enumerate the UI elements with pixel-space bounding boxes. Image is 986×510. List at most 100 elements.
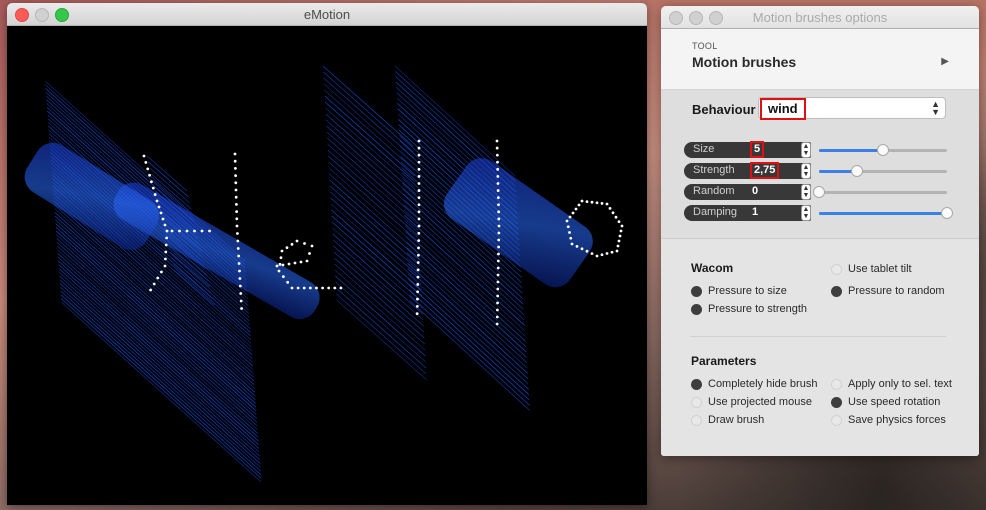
slider-knob[interactable] bbox=[941, 207, 953, 219]
parameters-title: Parameters bbox=[691, 354, 756, 368]
slider-knob[interactable] bbox=[851, 165, 863, 177]
up-down-chevron-icon: ▲ ▼ bbox=[931, 100, 940, 116]
dot bbox=[150, 180, 153, 183]
dot bbox=[291, 287, 294, 290]
dot bbox=[417, 247, 420, 250]
radio-button[interactable] bbox=[831, 415, 842, 426]
dot bbox=[418, 161, 421, 164]
slider-knob[interactable] bbox=[813, 186, 825, 198]
dot bbox=[171, 230, 174, 233]
strength-slider[interactable] bbox=[819, 170, 947, 173]
dot bbox=[496, 302, 499, 305]
dot bbox=[239, 292, 242, 295]
slider-knob[interactable] bbox=[877, 144, 889, 156]
radio-button[interactable] bbox=[691, 397, 702, 408]
window-title: eMotion bbox=[7, 7, 647, 22]
dot bbox=[288, 263, 291, 266]
radio-button[interactable] bbox=[831, 264, 842, 275]
dot bbox=[586, 250, 589, 253]
dot bbox=[417, 268, 420, 271]
dot bbox=[571, 243, 574, 246]
dot bbox=[186, 230, 189, 233]
dot bbox=[162, 218, 165, 221]
emotion-window: eMotion bbox=[7, 3, 647, 505]
dot bbox=[416, 290, 419, 293]
dot bbox=[497, 218, 500, 221]
stepper-icon[interactable]: ▲ ▼ bbox=[801, 163, 811, 179]
dot bbox=[611, 251, 614, 254]
dot bbox=[235, 217, 238, 220]
dot bbox=[416, 312, 419, 315]
damping-slider[interactable] bbox=[819, 212, 947, 215]
random-field[interactable]: Random 0 ▲ ▼ bbox=[684, 184, 811, 200]
options-titlebar[interactable]: Motion brushes options bbox=[661, 6, 979, 29]
dot bbox=[238, 270, 241, 273]
stepper-icon[interactable]: ▲ ▼ bbox=[801, 205, 811, 221]
play-arrow-icon[interactable]: ▶ bbox=[941, 56, 949, 67]
dot bbox=[619, 235, 622, 238]
wind-streak bbox=[408, 269, 528, 379]
dot bbox=[143, 155, 146, 158]
radio-button[interactable] bbox=[831, 286, 842, 297]
damping-field[interactable]: Damping 1 ▲ ▼ bbox=[684, 205, 811, 221]
dot bbox=[153, 283, 156, 286]
param-strength: Strength 2,75 ▲ ▼ bbox=[684, 163, 947, 179]
window-title: Motion brushes options bbox=[661, 10, 979, 25]
dot bbox=[291, 243, 294, 246]
dot bbox=[576, 245, 579, 248]
param-value[interactable]: 1 bbox=[752, 206, 758, 218]
dot bbox=[575, 208, 578, 211]
wind-streak bbox=[407, 253, 527, 363]
param-value[interactable]: 2,75 bbox=[750, 162, 779, 179]
wind-streak bbox=[409, 285, 529, 395]
dot bbox=[146, 167, 149, 170]
radio-button[interactable] bbox=[691, 379, 702, 390]
radio-button[interactable] bbox=[831, 397, 842, 408]
param-label: Damping bbox=[693, 206, 737, 218]
param-value[interactable]: 5 bbox=[750, 141, 764, 158]
wind-streak bbox=[406, 242, 526, 352]
tool-section[interactable]: TOOL Motion brushes ▶ bbox=[661, 29, 979, 90]
radio-button[interactable] bbox=[831, 379, 842, 390]
dot bbox=[416, 298, 419, 301]
dot bbox=[496, 295, 499, 298]
stepper-icon[interactable]: ▲ ▼ bbox=[801, 142, 811, 158]
dot bbox=[497, 260, 500, 263]
dot bbox=[581, 247, 584, 250]
size-field[interactable]: Size 5 ▲ ▼ bbox=[684, 142, 811, 158]
dot bbox=[496, 168, 499, 171]
dot bbox=[235, 196, 238, 199]
dot bbox=[618, 220, 621, 223]
dot bbox=[496, 288, 499, 291]
stepper-icon[interactable]: ▲ ▼ bbox=[801, 184, 811, 200]
dot bbox=[497, 239, 500, 242]
dot bbox=[418, 196, 421, 199]
size-slider[interactable] bbox=[819, 149, 947, 152]
drawing-canvas[interactable] bbox=[7, 26, 647, 505]
dot bbox=[240, 307, 243, 310]
dot bbox=[418, 225, 421, 228]
strength-field[interactable]: Strength 2,75 ▲ ▼ bbox=[684, 163, 811, 179]
dot bbox=[417, 261, 420, 264]
wacom-parameters-section: Wacom Use tablet tilt Pressure to size P… bbox=[661, 239, 979, 456]
random-slider[interactable] bbox=[819, 191, 947, 194]
dot bbox=[236, 240, 239, 243]
radio-button[interactable] bbox=[691, 304, 702, 315]
dot bbox=[178, 230, 181, 233]
dot bbox=[497, 267, 500, 270]
dot bbox=[596, 201, 599, 204]
dot bbox=[497, 189, 500, 192]
radio-button[interactable] bbox=[691, 415, 702, 426]
option-label: Pressure to size bbox=[708, 285, 787, 297]
param-value[interactable]: 0 bbox=[752, 185, 758, 197]
main-titlebar[interactable]: eMotion bbox=[7, 3, 647, 26]
dot bbox=[235, 189, 238, 192]
option-label: Use tablet tilt bbox=[848, 263, 912, 275]
param-label: Random bbox=[693, 185, 735, 197]
dot bbox=[282, 275, 285, 278]
behaviour-select[interactable]: wind ▲ ▼ bbox=[758, 97, 946, 119]
radio-button[interactable] bbox=[691, 286, 702, 297]
dot bbox=[164, 258, 167, 261]
dot bbox=[237, 255, 240, 258]
dot bbox=[418, 182, 421, 185]
